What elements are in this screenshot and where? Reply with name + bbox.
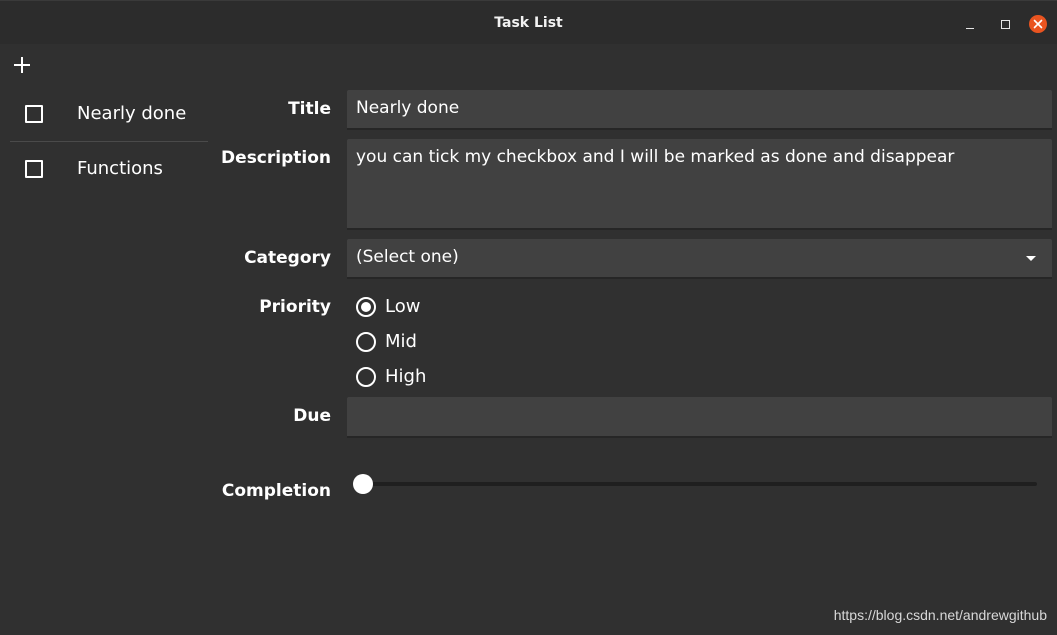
due-input[interactable] <box>347 397 1052 438</box>
maximize-button[interactable] <box>996 13 1016 33</box>
category-value: (Select one) <box>356 247 459 267</box>
task-checkbox[interactable] <box>25 105 43 123</box>
task-list-window: Task List Nearly done Functions Title Ne… <box>0 0 1057 635</box>
priority-label: Priority <box>259 297 331 317</box>
due-label: Due <box>293 406 331 426</box>
completion-label: Completion <box>221 481 331 501</box>
task-divider <box>10 141 208 142</box>
priority-radio-low[interactable]: Low <box>355 295 555 319</box>
slider-track[interactable] <box>363 482 1037 486</box>
category-label: Category <box>244 248 331 268</box>
description-textarea[interactable]: you can tick my checkbox and I will be m… <box>347 139 1052 230</box>
window-title: Task List <box>494 15 563 31</box>
completion-slider[interactable] <box>353 473 1041 495</box>
priority-option-label: Mid <box>385 331 417 352</box>
chevron-down-icon <box>1026 256 1036 261</box>
task-label: Functions <box>77 158 163 179</box>
task-item-functions[interactable]: Functions <box>10 143 208 195</box>
description-value: you can tick my checkbox and I will be m… <box>356 147 955 167</box>
priority-option-label: Low <box>385 296 421 317</box>
close-button[interactable] <box>1029 15 1047 33</box>
category-select[interactable]: (Select one) <box>347 239 1052 279</box>
title-input[interactable]: Nearly done <box>347 90 1052 130</box>
add-task-button[interactable] <box>13 56 31 74</box>
title-value: Nearly done <box>356 98 460 118</box>
radio-icon <box>356 367 376 387</box>
task-label: Nearly done <box>77 103 187 124</box>
priority-radio-mid[interactable]: Mid <box>355 330 555 354</box>
task-checkbox[interactable] <box>25 160 43 178</box>
close-icon <box>1033 19 1043 29</box>
slider-thumb[interactable] <box>353 474 373 494</box>
priority-radio-high[interactable]: High <box>355 365 555 389</box>
title-label: Title <box>288 99 331 119</box>
radio-icon <box>356 332 376 352</box>
priority-option-label: High <box>385 366 427 387</box>
minimize-button[interactable] <box>961 13 981 33</box>
watermark: https://blog.csdn.net/andrewgithub <box>833 607 1047 623</box>
task-item-nearly-done[interactable]: Nearly done <box>10 88 208 140</box>
radio-icon <box>356 297 376 317</box>
title-bar[interactable]: Task List <box>0 0 1057 44</box>
description-label: Description <box>221 148 331 168</box>
